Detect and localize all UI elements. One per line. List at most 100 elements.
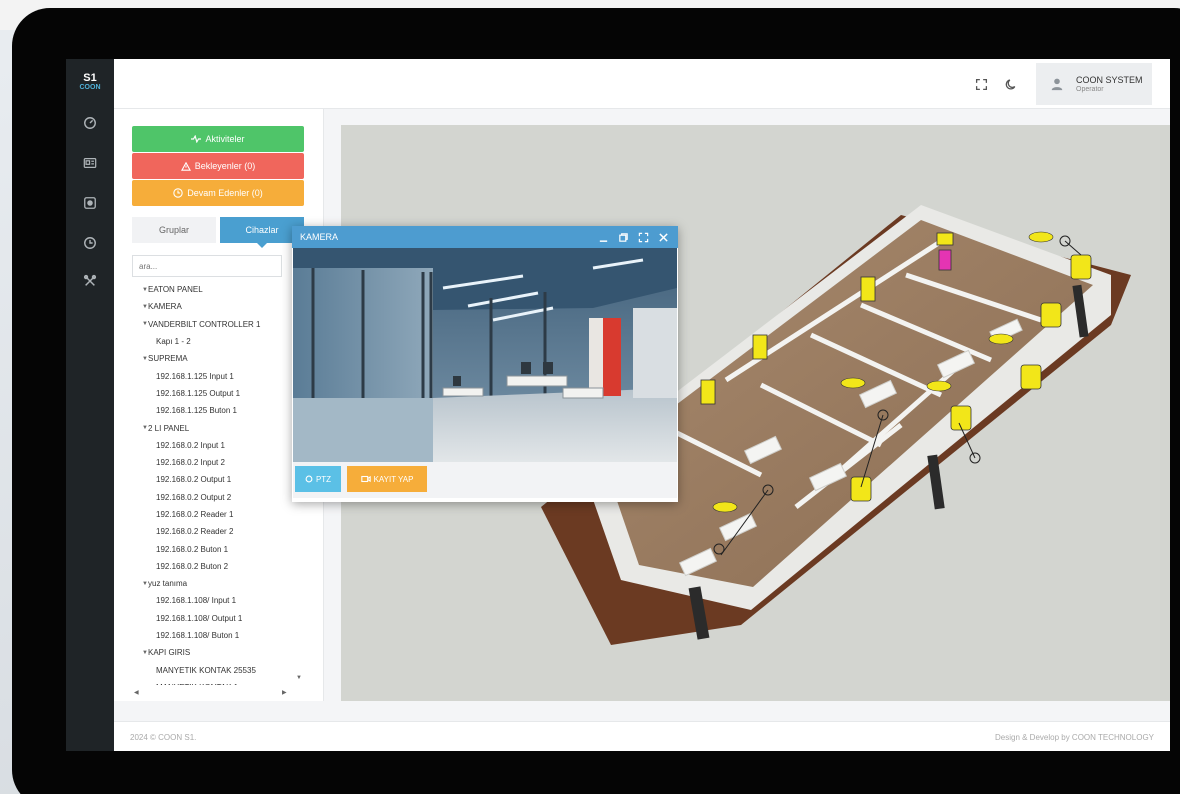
icon-rail: S1 COON bbox=[66, 59, 114, 751]
tree-label: 192.168.1.108/ Input 1 bbox=[156, 596, 237, 606]
activities-label: Aktiviteler bbox=[205, 134, 245, 144]
tree-item[interactable]: MANYETIK KONTAK 1 bbox=[132, 679, 302, 685]
tree-label: MANYETIK KONTAK 25535 bbox=[156, 665, 256, 675]
tree-label: MANYETIK KONTAK 1 bbox=[156, 683, 238, 685]
tree-item[interactable]: 192.168.1.108/ Output 1 bbox=[132, 610, 302, 627]
tree-item[interactable]: 192.168.0.2 Input 1 bbox=[132, 437, 302, 454]
sensor-marker[interactable] bbox=[926, 380, 952, 392]
camera-marker[interactable] bbox=[1070, 254, 1092, 280]
tree-group[interactable]: ▼ KAPI GIRIS bbox=[132, 644, 302, 661]
scroll-right-icon[interactable]: ▶ bbox=[282, 689, 287, 696]
camera-feed[interactable] bbox=[293, 248, 677, 462]
tree-label: 192.168.0.2 Input 2 bbox=[156, 458, 225, 468]
fullscreen-icon[interactable] bbox=[972, 75, 990, 93]
scroll-down-icon[interactable]: ▼ bbox=[296, 675, 302, 681]
scroll-left-icon[interactable]: ◀ bbox=[134, 689, 139, 696]
tree-label: 192.168.0.2 Buton 1 bbox=[156, 544, 229, 554]
tree-item[interactable]: 192.168.0.2 Output 1 bbox=[132, 471, 302, 488]
tree-item[interactable]: 192.168.1.125 Output 1 bbox=[132, 385, 302, 402]
tree-label: yuz tanıma bbox=[148, 579, 188, 589]
dashboard-icon[interactable] bbox=[80, 113, 100, 133]
pending-button[interactable]: Bekleyenler (0) bbox=[132, 153, 304, 179]
tree-label: EATON PANEL bbox=[148, 285, 203, 295]
sensor-marker[interactable] bbox=[988, 333, 1014, 345]
user-menu[interactable]: COON SYSTEM Operator bbox=[1036, 63, 1152, 105]
record-label: KAYIT YAP bbox=[373, 474, 414, 484]
tree-item[interactable]: 192.168.1.108/ Input 1 bbox=[132, 592, 302, 609]
door-marker[interactable] bbox=[752, 334, 768, 360]
camera-window[interactable]: KAMERA PTZ KAYIT YAP bbox=[292, 226, 678, 502]
tree-label: 2 LI PANEL bbox=[148, 423, 190, 433]
tree-label: 192.168.0.2 Output 1 bbox=[156, 475, 232, 485]
tree-group[interactable]: ▼ SUPREMA bbox=[132, 350, 302, 367]
record-button[interactable]: KAYIT YAP bbox=[347, 466, 427, 492]
tree-label: 192.168.0.2 Buton 2 bbox=[156, 561, 229, 571]
tree-label: KAMERA bbox=[148, 302, 182, 312]
ongoing-button[interactable]: Devam Edenler (0) bbox=[132, 180, 304, 206]
tree-label: 192.168.1.108/ Output 1 bbox=[156, 613, 243, 623]
tree-group[interactable]: ▼ 2 LI PANEL bbox=[132, 419, 302, 436]
ongoing-label: Devam Edenler (0) bbox=[187, 188, 263, 198]
camera-marker[interactable] bbox=[850, 476, 872, 502]
tree-label: KAPI GIRIS bbox=[148, 648, 191, 658]
clock-icon[interactable] bbox=[80, 233, 100, 253]
door-marker[interactable] bbox=[700, 379, 716, 405]
tree-horizontal-scrollbar[interactable]: ◀ ▶ bbox=[132, 689, 292, 701]
top-header: COON SYSTEM Operator bbox=[114, 59, 1170, 109]
tree-item[interactable]: 192.168.0.2 Buton 1 bbox=[132, 540, 302, 557]
tree-item[interactable]: 192.168.1.108/ Buton 1 bbox=[132, 627, 302, 644]
camera-window-titlebar[interactable]: KAMERA bbox=[292, 226, 678, 248]
camera-window-title: KAMERA bbox=[300, 232, 339, 242]
tree-label: 192.168.1.125 Input 1 bbox=[156, 371, 234, 381]
reader-marker[interactable] bbox=[936, 232, 954, 246]
app-logo[interactable]: S1 COON bbox=[76, 73, 104, 97]
tree-item[interactable]: 192.168.0.2 Input 2 bbox=[132, 454, 302, 471]
tree-label: 192.168.1.125 Buton 1 bbox=[156, 406, 237, 416]
tree-group[interactable]: ▼ EATON PANEL bbox=[132, 281, 302, 298]
tree-group[interactable]: ▼ VANDERBILT CONTROLLER 1 bbox=[132, 316, 302, 333]
tools-icon[interactable] bbox=[80, 271, 100, 291]
camera-box-icon[interactable] bbox=[80, 193, 100, 213]
user-icon bbox=[1051, 78, 1063, 91]
alarm-marker[interactable] bbox=[938, 249, 952, 271]
tree-label: 192.168.0.2 Output 2 bbox=[156, 492, 232, 502]
sensor-marker[interactable] bbox=[840, 377, 866, 389]
tree-item[interactable]: 192.168.1.125 Buton 1 bbox=[132, 402, 302, 419]
camera-marker[interactable] bbox=[1040, 302, 1062, 328]
video-icon bbox=[360, 475, 371, 483]
tree-item[interactable]: 192.168.0.2 Reader 2 bbox=[132, 523, 302, 540]
credit-text: Design & Develop by COON TECHNOLOGY bbox=[994, 733, 1154, 742]
sensor-marker[interactable] bbox=[712, 501, 738, 513]
tree-item[interactable]: 192.168.0.2 Reader 1 bbox=[132, 506, 302, 523]
sensor-marker[interactable] bbox=[1028, 231, 1054, 243]
tree-item[interactable]: MANYETIK KONTAK 25535 bbox=[132, 662, 302, 679]
close-icon[interactable] bbox=[656, 230, 670, 244]
fullscreen-icon[interactable] bbox=[636, 230, 650, 244]
tree-label: 192.168.0.2 Reader 2 bbox=[156, 527, 234, 537]
tree-item[interactable]: 192.168.1.125 Input 1 bbox=[132, 367, 302, 384]
tree-item[interactable]: 192.168.0.2 Buton 2 bbox=[132, 558, 302, 575]
office-camera-image bbox=[293, 248, 677, 462]
tree-label: VANDERBILT CONTROLLER 1 bbox=[148, 319, 261, 329]
tree-label: 192.168.1.125 Output 1 bbox=[156, 388, 241, 398]
tree-label: 192.168.0.2 Reader 1 bbox=[156, 510, 234, 519]
activities-button[interactable]: Aktiviteler bbox=[132, 126, 304, 152]
tree-group[interactable]: ▼ KAMERA bbox=[132, 298, 302, 315]
footer: 2024 © COON S1. Design & Develop by COON… bbox=[114, 721, 1170, 751]
ptz-label: PTZ bbox=[315, 474, 332, 484]
camera-marker[interactable] bbox=[1020, 364, 1042, 390]
ptz-button[interactable]: PTZ bbox=[295, 466, 341, 492]
search-input[interactable] bbox=[132, 255, 282, 277]
door-marker[interactable] bbox=[860, 276, 876, 302]
moon-icon[interactable] bbox=[1002, 75, 1020, 93]
user-role: Operator bbox=[1076, 86, 1104, 93]
restore-icon[interactable] bbox=[616, 230, 630, 244]
ptz-icon bbox=[305, 475, 313, 483]
tab-groups[interactable]: Gruplar bbox=[132, 217, 216, 243]
tree-item[interactable]: 192.168.0.2 Output 2 bbox=[132, 489, 302, 506]
tree-item[interactable]: Kapı 1 - 2 bbox=[132, 333, 302, 350]
tree-group[interactable]: ▼ yuz tanıma bbox=[132, 575, 302, 592]
id-card-icon[interactable] bbox=[80, 153, 100, 173]
minimize-icon[interactable] bbox=[596, 230, 610, 244]
tree-label: 192.168.1.108/ Buton 1 bbox=[156, 631, 240, 641]
